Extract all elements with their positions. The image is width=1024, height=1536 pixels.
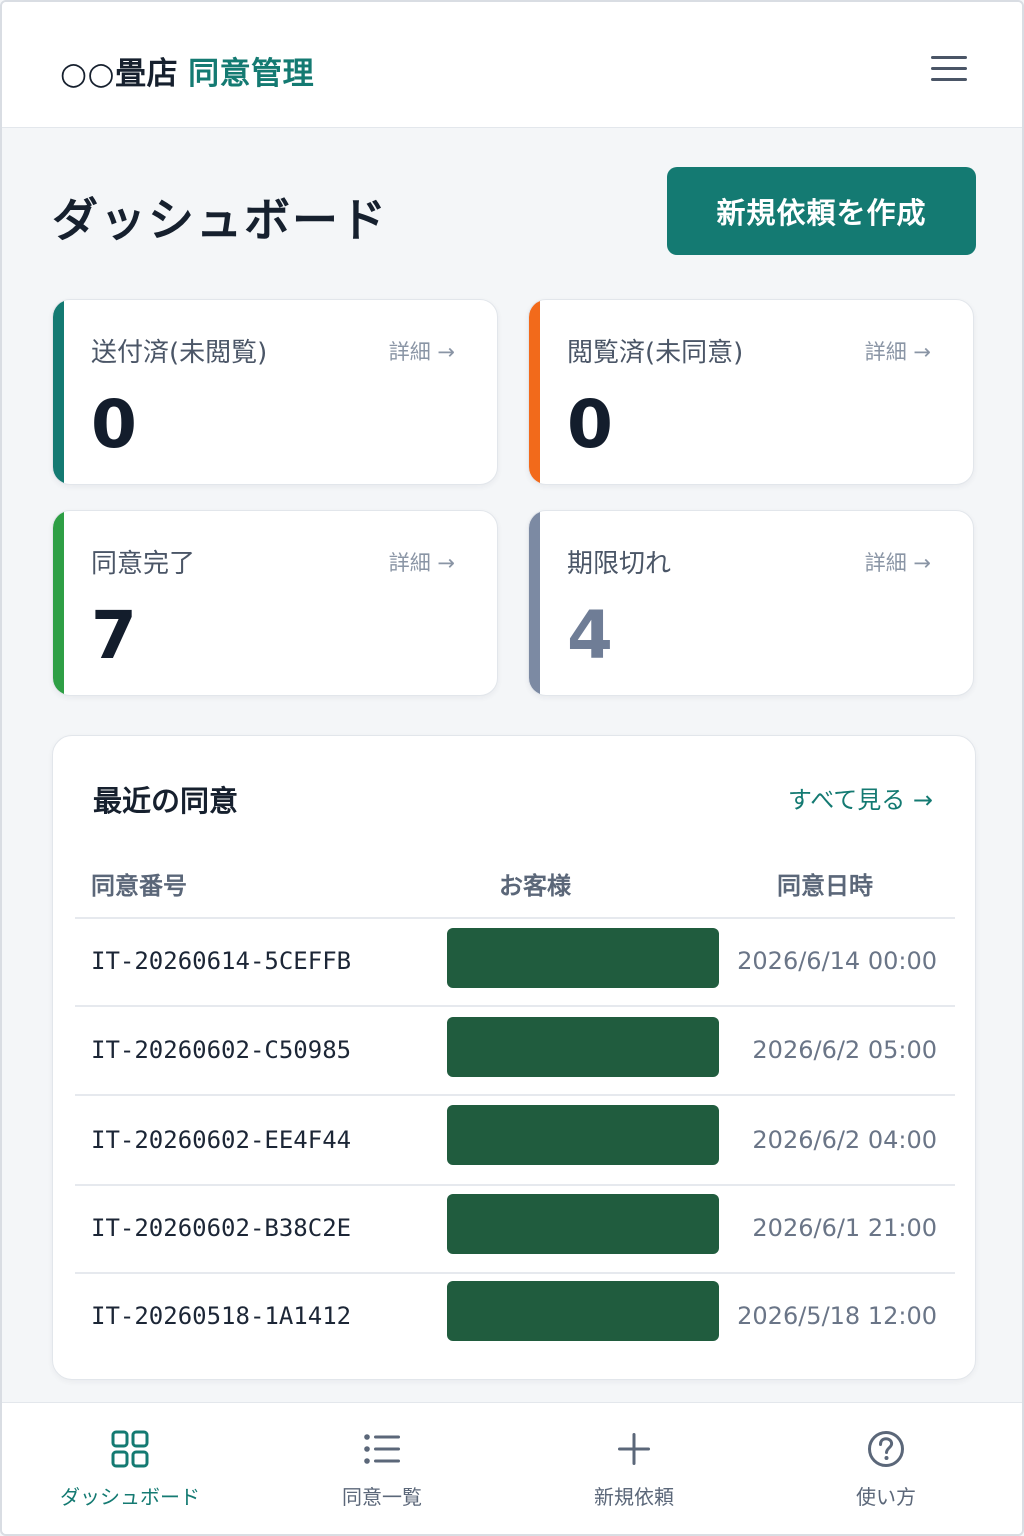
nav-label: 同意一覧 bbox=[342, 1485, 422, 1509]
stat-card-expired[interactable]: 期限切れ 詳細 → 4 bbox=[528, 510, 974, 696]
details-link[interactable]: 詳細 → bbox=[865, 547, 931, 577]
nav-new-request[interactable]: 新規依頼 bbox=[506, 1403, 762, 1534]
agreement-id: IT-20260614-5CEFFB bbox=[91, 947, 352, 975]
agreement-date: 2026/6/1 21:00 bbox=[752, 1214, 937, 1242]
page-title: ダッシュボード bbox=[52, 193, 388, 247]
customer-redacted bbox=[447, 1017, 719, 1077]
agreement-date: 2026/5/18 12:00 bbox=[737, 1302, 937, 1330]
customer-redacted bbox=[447, 1194, 719, 1254]
stat-accent-bar bbox=[53, 300, 64, 484]
agreement-id: IT-20260518-1A1412 bbox=[91, 1302, 352, 1330]
nav-agreement-list[interactable]: 同意一覧 bbox=[254, 1403, 510, 1534]
agreement-date: 2026/6/14 00:00 bbox=[737, 947, 937, 975]
table-divider bbox=[75, 1184, 955, 1186]
list-icon bbox=[364, 1434, 400, 1464]
nav-dashboard[interactable]: ダッシュボード bbox=[2, 1403, 258, 1534]
customer-redacted bbox=[447, 928, 719, 988]
details-link[interactable]: 詳細 → bbox=[865, 336, 931, 366]
column-header-id: 同意番号 bbox=[91, 872, 187, 900]
nav-label: ダッシュボード bbox=[60, 1485, 200, 1509]
table-divider bbox=[75, 1094, 955, 1096]
nav-help[interactable]: 使い方 bbox=[758, 1403, 1014, 1534]
app-frame: ○○畳店 同意管理 ダッシュボード 新規依頼を作成 送付済(未閲覧) 詳細 → 0… bbox=[0, 0, 1024, 1536]
stat-value: 0 bbox=[567, 386, 613, 463]
recent-agreements-panel: 最近の同意 すべて見る → 同意番号 お客様 同意日時 IT-20260614-… bbox=[52, 735, 976, 1380]
recent-title: 最近の同意 bbox=[93, 784, 239, 818]
plus-icon bbox=[618, 1433, 650, 1465]
agreement-date: 2026/6/2 05:00 bbox=[752, 1036, 937, 1064]
stat-accent-bar bbox=[529, 511, 540, 695]
stat-accent-bar bbox=[529, 300, 540, 484]
shop-name: ○○畳店 bbox=[60, 56, 179, 92]
nav-label: 使い方 bbox=[856, 1485, 916, 1509]
agreement-date: 2026/6/2 04:00 bbox=[752, 1126, 937, 1154]
brand: ○○畳店 同意管理 bbox=[60, 48, 314, 93]
stat-value: 4 bbox=[567, 597, 613, 674]
table-divider bbox=[75, 1005, 955, 1007]
details-link[interactable]: 詳細 → bbox=[389, 336, 455, 366]
customer-redacted bbox=[447, 1281, 719, 1341]
nav-label: 新規依頼 bbox=[594, 1485, 674, 1509]
bottom-nav: ダッシュボード 同意一覧 新規依頼 使い方 bbox=[2, 1402, 1022, 1534]
stat-value: 7 bbox=[91, 597, 137, 674]
stat-label: 同意完了 bbox=[91, 549, 196, 579]
grid-icon bbox=[111, 1430, 149, 1468]
stat-card-agreed[interactable]: 同意完了 詳細 → 7 bbox=[52, 510, 498, 696]
table-divider bbox=[75, 917, 955, 919]
stat-card-viewed[interactable]: 閲覧済(未同意) 詳細 → 0 bbox=[528, 299, 974, 485]
stat-accent-bar bbox=[53, 511, 64, 695]
see-all-link[interactable]: すべて見る → bbox=[788, 780, 933, 815]
menu-icon[interactable] bbox=[928, 52, 970, 86]
customer-redacted bbox=[447, 1105, 719, 1165]
stat-label: 期限切れ bbox=[567, 549, 672, 579]
agreement-id: IT-20260602-C50985 bbox=[91, 1036, 352, 1064]
stat-label: 閲覧済(未同意) bbox=[567, 338, 744, 368]
stat-label: 送付済(未閲覧) bbox=[91, 338, 268, 368]
app-header: ○○畳店 同意管理 bbox=[2, 2, 1022, 128]
column-header-customer: お客様 bbox=[499, 872, 571, 900]
column-header-date: 同意日時 bbox=[777, 872, 873, 900]
create-request-button[interactable]: 新規依頼を作成 bbox=[667, 167, 976, 255]
help-icon bbox=[868, 1431, 904, 1467]
agreement-id: IT-20260602-EE4F44 bbox=[91, 1126, 352, 1154]
details-link[interactable]: 詳細 → bbox=[389, 547, 455, 577]
table-divider bbox=[75, 1272, 955, 1274]
stat-value: 0 bbox=[91, 386, 137, 463]
agreement-id: IT-20260602-B38C2E bbox=[91, 1214, 352, 1242]
app-name: 同意管理 bbox=[188, 56, 315, 92]
stat-card-sent[interactable]: 送付済(未閲覧) 詳細 → 0 bbox=[52, 299, 498, 485]
